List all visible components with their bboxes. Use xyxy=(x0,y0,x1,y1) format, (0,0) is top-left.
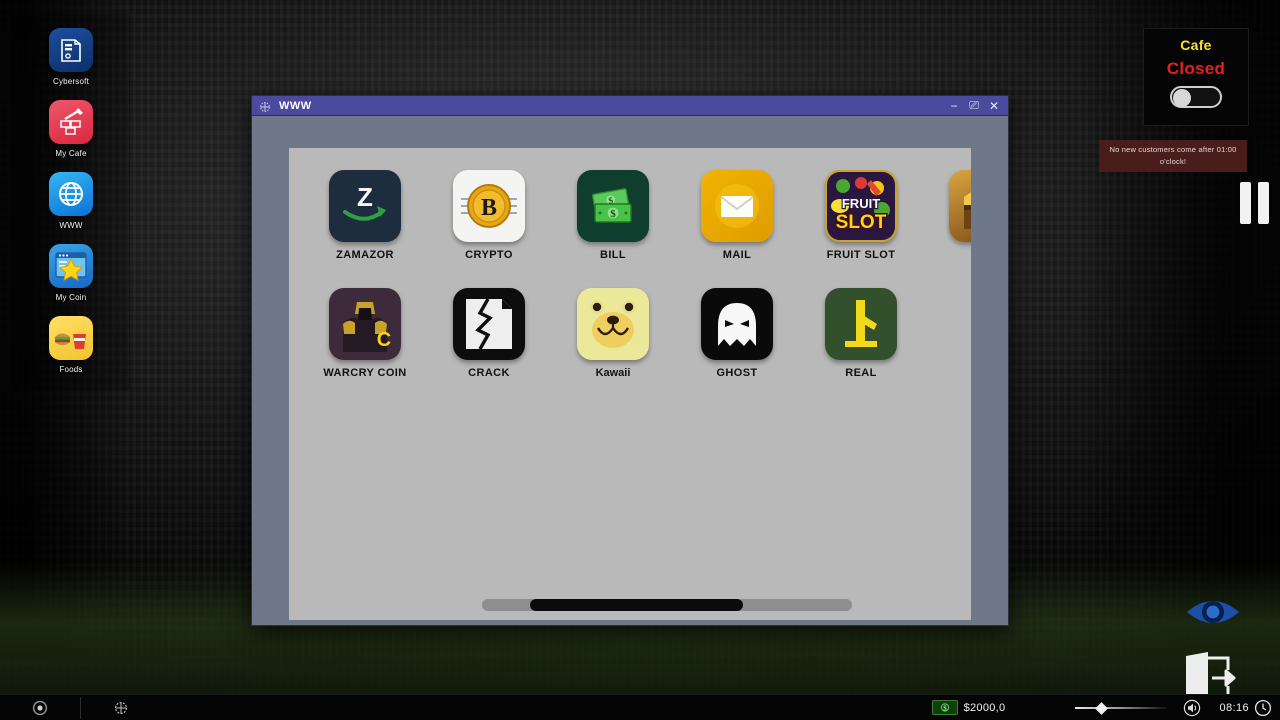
cafe-status-panel: Cafe Closed xyxy=(1143,28,1249,126)
desktop-icon-foods[interactable]: Foods xyxy=(12,316,130,374)
start-orb-icon xyxy=(32,700,48,716)
app-label: MAIL xyxy=(723,249,751,261)
svg-text:B: B xyxy=(481,195,497,221)
maximize-button[interactable]: ⎚ xyxy=(964,97,984,115)
svg-text:SLOT: SLOT xyxy=(836,212,887,233)
dollar-bill-icon: $ xyxy=(932,700,958,715)
app-tile-bill[interactable]: $ $ BILL xyxy=(551,170,675,288)
close-button[interactable]: ✕ xyxy=(984,97,1004,115)
pause-button[interactable] xyxy=(1240,182,1272,224)
clock-time: 08:16 xyxy=(1219,702,1249,714)
cracked-file-icon xyxy=(453,288,525,360)
app-label: Kawaii xyxy=(596,367,631,379)
window-body: Z ZAMAZOR xyxy=(252,116,1008,625)
app-tile-skin[interactable]: SKIN xyxy=(923,170,971,288)
eye-button[interactable] xyxy=(1184,592,1242,632)
app-label: CRACK xyxy=(468,367,510,379)
desktop-icon-cybersoft[interactable]: Cybersoft xyxy=(12,28,130,86)
app-tile-mail[interactable]: MAIL xyxy=(675,170,799,288)
envelope-icon xyxy=(701,170,773,242)
clock-display: 08:16 xyxy=(1219,699,1272,717)
app-label: GHOST xyxy=(716,367,757,379)
browser-content-pane: Z ZAMAZOR xyxy=(289,148,971,620)
burger-fries-icon xyxy=(49,316,93,360)
app-tile-kawaii[interactable]: Kawaii xyxy=(551,288,675,406)
money-amount: $2000,0 xyxy=(964,702,1006,714)
svg-text:Z: Z xyxy=(357,182,373,212)
app-label: BILL xyxy=(600,249,626,261)
app-label: CRYPTO xyxy=(465,249,513,261)
warrior-icon: C xyxy=(329,288,401,360)
system-tray: $ $2000,0 08:16 xyxy=(932,695,1280,720)
globe-icon xyxy=(113,700,129,716)
window-title: WWW xyxy=(279,100,944,112)
desktop-icon-column: Cybersoft My Cafe WWW xyxy=(12,14,130,390)
ghost-icon xyxy=(701,288,773,360)
app-tile-crack[interactable]: CRACK xyxy=(427,288,551,406)
svg-text:$: $ xyxy=(943,704,947,712)
desktop-icon-my-cafe[interactable]: My Cafe xyxy=(12,100,130,158)
cafe-notice-banner: No new customers come after 01:00 o'cloc… xyxy=(1099,140,1247,172)
green-figure-icon xyxy=(825,288,897,360)
app-tile-crypto[interactable]: B CRYPTO xyxy=(427,170,551,288)
zamazor-icon: Z xyxy=(329,170,401,242)
www-window: WWW − ⎚ ✕ Z ZAMAZOR xyxy=(251,95,1009,626)
svg-text:$: $ xyxy=(610,208,616,220)
toggle-knob xyxy=(1173,89,1191,107)
start-button[interactable] xyxy=(0,695,80,720)
clock-icon xyxy=(1254,699,1272,717)
cafe-panel-title: Cafe xyxy=(1180,37,1212,53)
bear-face-icon xyxy=(577,288,649,360)
taskbar: $ $2000,0 08:16 xyxy=(0,694,1280,720)
svg-text:FRUIT: FRUIT xyxy=(842,196,880,211)
speaker-icon xyxy=(1183,699,1201,717)
minimize-button[interactable]: − xyxy=(944,97,964,115)
horizontal-scrollbar[interactable] xyxy=(482,599,852,611)
app-grid: Z ZAMAZOR xyxy=(289,170,971,406)
desktop-icon-label: WWW xyxy=(59,221,82,230)
eye-icon xyxy=(1184,592,1242,632)
app-label: ZAMAZOR xyxy=(336,249,394,261)
volume-slider[interactable] xyxy=(1075,704,1167,712)
app-tile-zamazor[interactable]: Z ZAMAZOR xyxy=(303,170,427,288)
bitcoin-icon: B xyxy=(453,170,525,242)
cafe-open-toggle[interactable] xyxy=(1170,86,1222,108)
desktop-icon-www[interactable]: WWW xyxy=(12,172,130,230)
app-tile-real[interactable]: REAL xyxy=(799,288,923,406)
scrollbar-thumb[interactable] xyxy=(530,599,743,611)
volume-button[interactable] xyxy=(1179,695,1205,720)
cafe-sign-icon xyxy=(49,100,93,144)
desktop-icon-label: My Cafe xyxy=(55,149,86,158)
svg-text:C: C xyxy=(377,329,391,351)
app-tile-warcry-coin[interactable]: C WARCRY COIN xyxy=(303,288,427,406)
desktop-icon-my-coin[interactable]: My Coin xyxy=(12,244,130,302)
app-tile-fruit-slot[interactable]: FRUIT SLOT FRUIT SLOT xyxy=(799,170,923,288)
taskbar-item-www[interactable] xyxy=(81,695,161,720)
cafe-status-text: Closed xyxy=(1167,59,1225,79)
money-display: $ $2000,0 xyxy=(932,700,1006,715)
volume-track xyxy=(1075,707,1167,709)
pc-tower-icon xyxy=(49,28,93,72)
globe-icon xyxy=(259,100,271,112)
app-label: REAL xyxy=(845,367,877,379)
app-label: FRUIT SLOT xyxy=(827,249,896,261)
fruit-slot-icon: FRUIT SLOT xyxy=(825,170,897,242)
desktop-icon-label: My Coin xyxy=(56,293,87,302)
app-tile-ghost[interactable]: GHOST xyxy=(675,288,799,406)
dollar-bills-icon: $ $ xyxy=(577,170,649,242)
gold-crate-icon xyxy=(949,170,971,242)
pause-icon-bar-right xyxy=(1258,182,1269,224)
star-browser-icon xyxy=(49,244,93,288)
globe-icon xyxy=(49,172,93,216)
volume-knob[interactable] xyxy=(1096,702,1109,715)
pause-icon-bar-left xyxy=(1240,182,1251,224)
desktop-icon-label: Foods xyxy=(59,365,82,374)
app-label: WARCRY COIN xyxy=(323,367,406,379)
window-titlebar[interactable]: WWW − ⎚ ✕ xyxy=(252,96,1008,116)
desktop-icon-label: Cybersoft xyxy=(53,77,89,86)
